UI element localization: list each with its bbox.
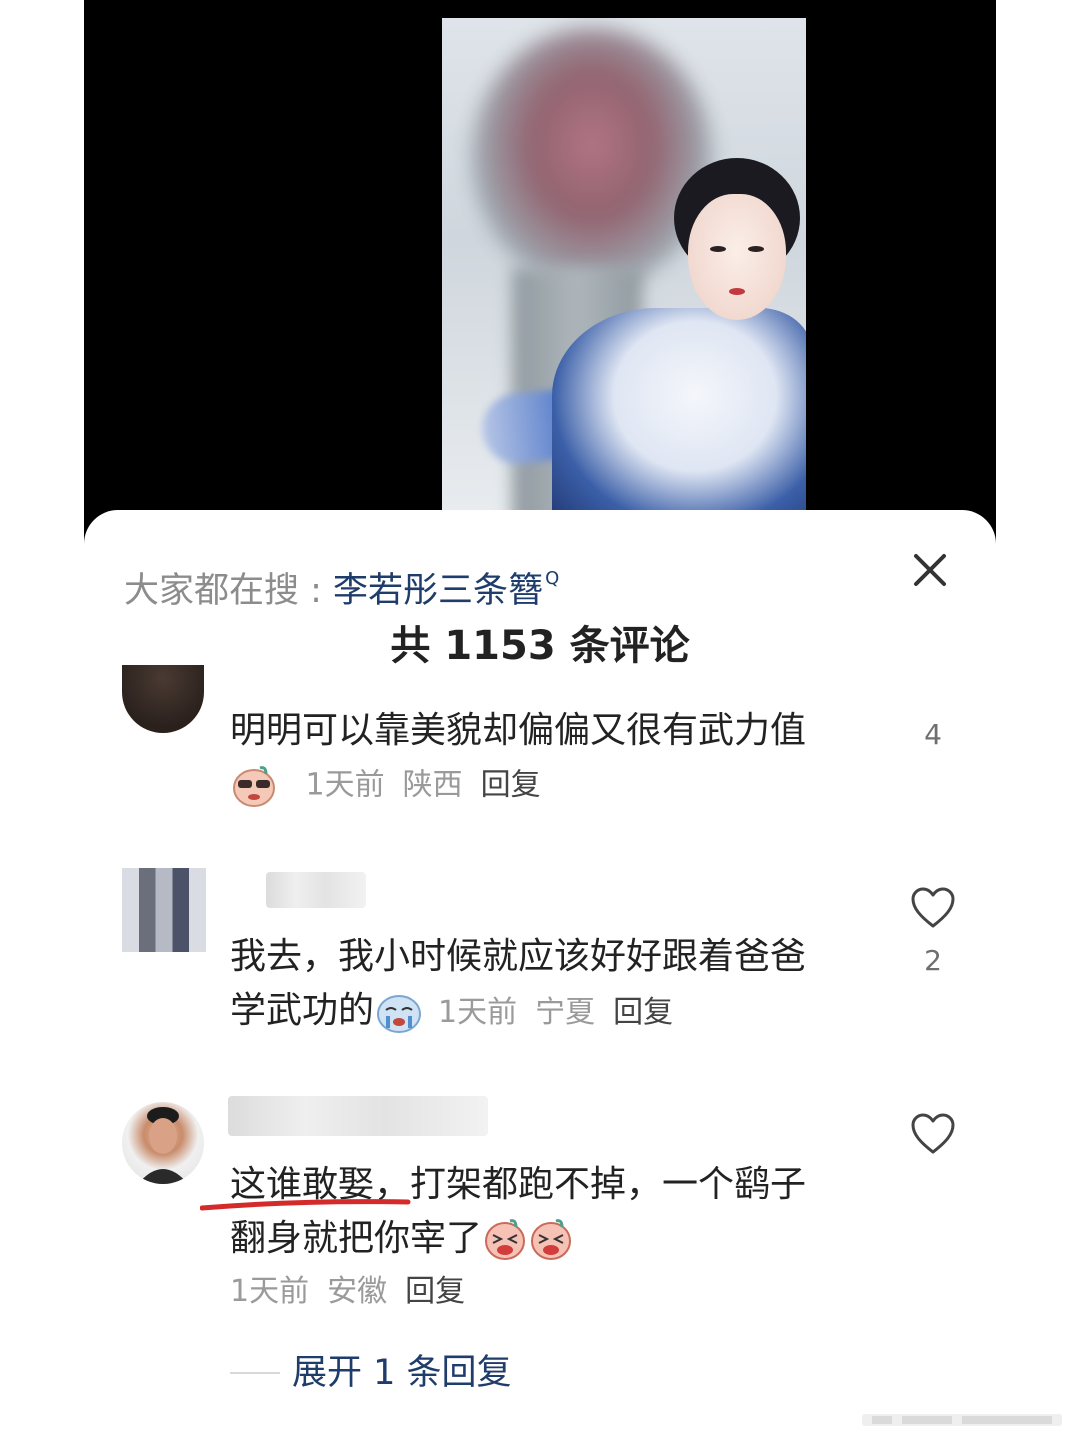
- comment-time: 1天前: [305, 767, 385, 803]
- comment-location: 宁夏: [535, 995, 596, 1030]
- comment-text: 我去，我小时候就应该好好跟着爸爸: [230, 936, 807, 977]
- close-icon: [914, 554, 946, 586]
- emoji-sticker-icon: [377, 995, 422, 1033]
- reply-button[interactable]: 回复: [405, 1274, 465, 1309]
- comment-location: 陕西: [402, 767, 463, 803]
- figure-face: [688, 194, 786, 320]
- search-icon: Q: [545, 568, 560, 589]
- comment-meta: 1天前 陕西 回复: [230, 764, 541, 808]
- trending-search-keyword[interactable]: 李若彤三条簪: [333, 571, 543, 611]
- comment-time: 1天前: [230, 1274, 310, 1309]
- comment-meta: 1天前 安徽 回复: [230, 1272, 465, 1312]
- like-button[interactable]: [910, 886, 956, 930]
- trending-search-prefix: 大家都在搜 :: [124, 571, 334, 611]
- figure-costume: [552, 308, 806, 512]
- like-count: 2: [924, 944, 942, 977]
- heart-outline-icon: [911, 887, 955, 928]
- avatar[interactable]: [122, 1102, 204, 1184]
- emoji-sticker-icon: [531, 1219, 572, 1260]
- comment-text-line2: 翻身就把你宰了: [230, 1212, 574, 1266]
- comment-text-line2: 学武功的 1天前 宁夏 回复: [230, 984, 673, 1038]
- avatar[interactable]: [122, 868, 206, 952]
- reply-button[interactable]: 回复: [481, 768, 541, 803]
- like-count: 4: [924, 718, 942, 751]
- username-blurred: [266, 872, 366, 908]
- trending-search[interactable]: 大家都在搜 : 李若彤三条簪 Q: [124, 556, 560, 611]
- close-button[interactable]: [908, 548, 952, 592]
- username-blurred: [228, 1096, 488, 1136]
- comment-location: 安徽: [327, 1274, 388, 1309]
- red-underline-annotation: [200, 1199, 411, 1211]
- tower-background: [472, 28, 712, 288]
- watermark-logo: [862, 1414, 1062, 1426]
- emoji-sticker-icon: [485, 1219, 526, 1260]
- reply-button[interactable]: 回复: [613, 995, 673, 1030]
- expand-replies-button[interactable]: 展开 1 条回复: [292, 1350, 512, 1396]
- heart-outline-icon: [911, 1113, 955, 1154]
- video-thumbnail[interactable]: [442, 18, 806, 512]
- comment-time: 1天前: [438, 995, 518, 1030]
- like-button[interactable]: [910, 1112, 956, 1156]
- video-player[interactable]: [84, 0, 996, 560]
- expand-divider: [230, 1372, 280, 1374]
- comment-text: 明明可以靠美貌却偏偏又很有武力值: [230, 710, 807, 751]
- emoji-sticker-icon: [233, 766, 275, 807]
